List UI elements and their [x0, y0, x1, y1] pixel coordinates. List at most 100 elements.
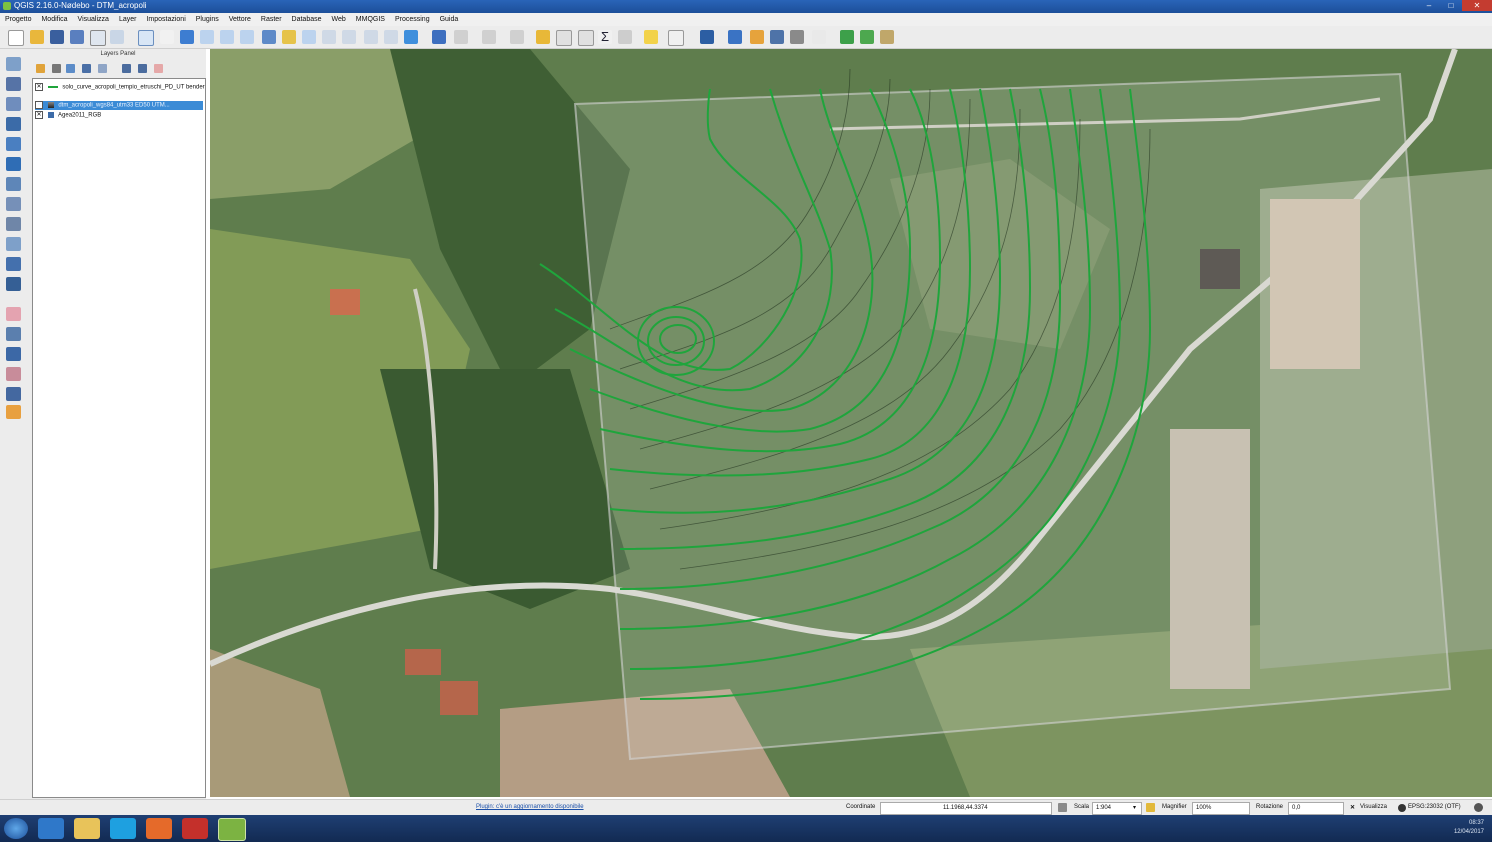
menu-modifica[interactable]: Modifica	[36, 16, 72, 23]
add-group-icon[interactable]	[52, 64, 61, 73]
menu-layer[interactable]: Layer	[114, 16, 142, 23]
layer-item-dtm[interactable]: ✕ dtm_acropoli_wgs84_utm33 ED50 UTM...	[35, 101, 203, 110]
measure-icon[interactable]	[618, 30, 632, 44]
add-postgis-layer-icon[interactable]	[6, 97, 21, 111]
start-button-icon[interactable]	[4, 818, 28, 839]
map-canvas[interactable]	[210, 49, 1492, 797]
new-spatialite-icon[interactable]	[6, 277, 21, 291]
internet-explorer-icon[interactable]	[38, 818, 64, 839]
open-project-icon[interactable]	[30, 30, 44, 44]
layer-visibility-checkbox[interactable]: ✕	[35, 83, 43, 91]
messages-icon[interactable]	[1474, 803, 1483, 812]
extents-toggle-icon[interactable]	[1058, 803, 1067, 812]
close-button[interactable]: ✕	[1462, 0, 1492, 11]
powerpoint-icon[interactable]	[182, 818, 208, 839]
attribute-table-icon[interactable]	[556, 30, 572, 46]
render-checkbox[interactable]: ✕	[1350, 804, 1355, 811]
add-raster-layer-icon[interactable]	[6, 77, 21, 91]
zoom-layer-icon[interactable]	[302, 30, 316, 44]
filter-legend-icon[interactable]	[82, 64, 91, 73]
add-wms-layer-icon[interactable]	[6, 157, 21, 171]
gps-add-icon[interactable]	[840, 30, 854, 44]
menu-vettore[interactable]: Vettore	[224, 16, 256, 23]
remove-layer-icon[interactable]	[154, 64, 163, 73]
graphical-modeler-icon[interactable]	[790, 30, 804, 44]
menu-progetto[interactable]: Progetto	[0, 16, 36, 23]
pan-map-icon[interactable]	[138, 30, 154, 46]
menu-web[interactable]: Web	[327, 16, 351, 23]
help-icon[interactable]	[700, 30, 714, 44]
text-annotation-icon[interactable]	[668, 30, 684, 46]
qgis-taskbar-icon[interactable]	[218, 818, 246, 841]
rotation-spinbox[interactable]: 0,0	[1288, 802, 1344, 815]
zoom-native-icon[interactable]	[240, 30, 254, 44]
select-features-icon[interactable]	[454, 30, 468, 44]
collapse-all-icon[interactable]	[138, 64, 147, 73]
statistics-icon[interactable]: Σ	[598, 30, 612, 44]
save-as-icon[interactable]	[70, 30, 84, 44]
magnifier-spinbox[interactable]: 100%	[1192, 802, 1250, 815]
menu-plugins[interactable]: Plugins	[191, 16, 224, 23]
manage-themes-icon[interactable]	[66, 64, 75, 73]
gps-tools-icon[interactable]	[860, 30, 874, 44]
layer-item-contours[interactable]: ✕ solo_curve_acropoli_tempio_etruschi_PD…	[35, 83, 205, 92]
pan-to-selection-icon[interactable]	[180, 30, 194, 44]
menu-raster[interactable]: Raster	[256, 16, 287, 23]
add-polygon-icon[interactable]	[6, 367, 21, 381]
new-bookmark-icon[interactable]	[364, 30, 378, 44]
processing-toolbox-icon[interactable]	[770, 30, 784, 44]
menu-database[interactable]: Database	[287, 16, 327, 23]
plugin-update-link[interactable]: Plugin: c'è un aggiornamento disponibile	[476, 804, 584, 810]
add-point-icon[interactable]	[6, 307, 21, 321]
digitize-icon[interactable]	[6, 405, 21, 419]
move-feature-icon[interactable]	[6, 387, 21, 401]
hand-icon[interactable]	[160, 30, 174, 44]
zoom-selection-icon[interactable]	[282, 30, 296, 44]
expand-all-icon[interactable]	[122, 64, 131, 73]
zoom-full-icon[interactable]	[262, 30, 276, 44]
zoom-in-icon[interactable]	[200, 30, 214, 44]
menu-visualizza[interactable]: Visualizza	[73, 16, 114, 23]
refresh-icon[interactable]	[404, 30, 418, 44]
layer-visibility-checkbox[interactable]: ✕	[35, 101, 43, 109]
deselect-icon[interactable]	[482, 30, 496, 44]
add-wfs-layer-icon[interactable]	[6, 197, 21, 211]
globe-icon[interactable]	[1398, 804, 1406, 812]
zoom-out-icon[interactable]	[220, 30, 234, 44]
maximize-button[interactable]: □	[1440, 0, 1462, 11]
lock-icon[interactable]	[1146, 803, 1155, 812]
zoom-next-icon[interactable]	[342, 30, 356, 44]
select-by-value-icon[interactable]	[510, 30, 524, 44]
menu-guida[interactable]: Guida	[435, 16, 464, 23]
skype-icon[interactable]	[110, 818, 136, 839]
minimize-button[interactable]: –	[1418, 0, 1440, 11]
save-project-icon[interactable]	[50, 30, 64, 44]
composer-manager-icon[interactable]	[110, 30, 124, 44]
menu-processing[interactable]: Processing	[390, 16, 435, 23]
deselect-all-icon[interactable]	[536, 30, 550, 44]
new-shapefile-icon[interactable]	[6, 257, 21, 271]
add-vector-layer-icon[interactable]	[6, 57, 21, 71]
print-composer-icon[interactable]	[90, 30, 106, 46]
scale-combo[interactable]: 1:904 ▾	[1092, 802, 1142, 815]
map-tips-icon[interactable]	[644, 30, 658, 44]
coordinate-field[interactable]: 11.1968,44.3374	[880, 802, 1052, 815]
add-mssql-layer-icon[interactable]	[6, 137, 21, 151]
identify-icon[interactable]	[432, 30, 446, 44]
add-spatialite-layer-icon[interactable]	[6, 117, 21, 131]
add-wcs-layer-icon[interactable]	[6, 177, 21, 191]
add-delimited-text-icon[interactable]	[6, 217, 21, 231]
crs-button[interactable]: EPSG:23032 (OTF)	[1408, 804, 1461, 810]
menu-impostazioni[interactable]: Impostazioni	[141, 16, 190, 23]
node-tool-icon[interactable]	[6, 327, 21, 341]
add-line-icon[interactable]	[6, 347, 21, 361]
menu-mmqgis[interactable]: MMQGIS	[351, 16, 390, 23]
filter-by-expression-icon[interactable]	[98, 64, 107, 73]
zoom-last-icon[interactable]	[322, 30, 336, 44]
add-virtual-layer-icon[interactable]	[6, 237, 21, 251]
layer-item-agea[interactable]: ✕ Agea2011_RGB	[35, 111, 101, 120]
eye-icon[interactable]	[812, 30, 826, 44]
python-console-icon[interactable]	[728, 30, 742, 44]
show-bookmarks-icon[interactable]	[384, 30, 398, 44]
georeferencer-icon[interactable]	[880, 30, 894, 44]
